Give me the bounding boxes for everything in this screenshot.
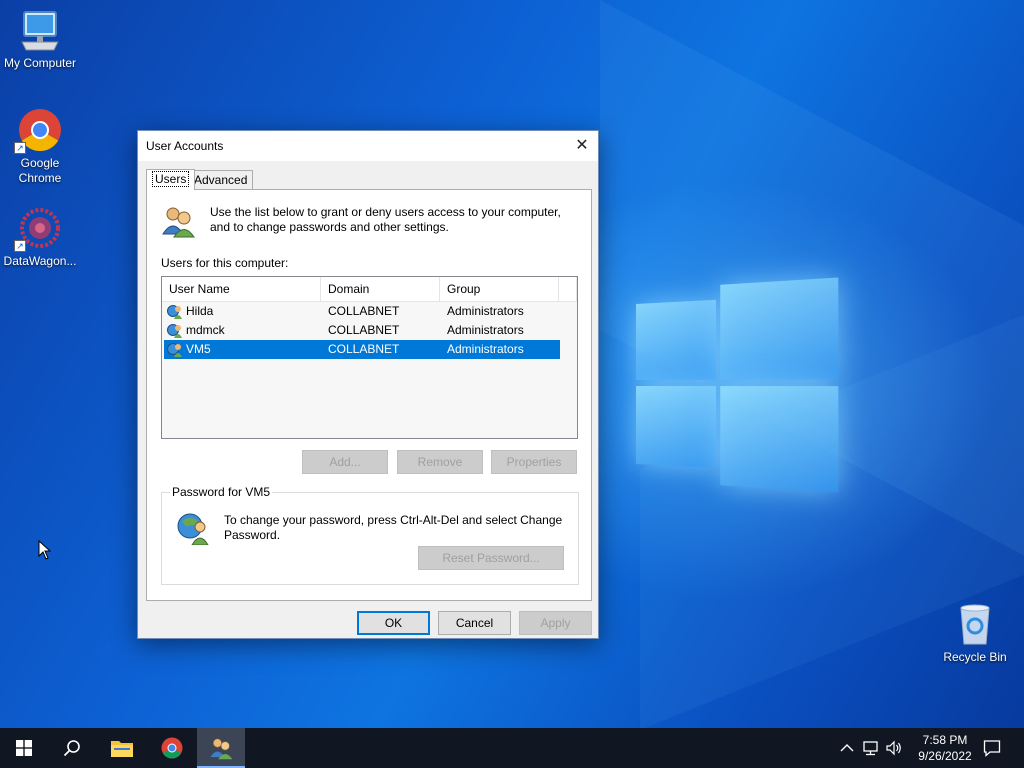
users-tab-panel: Use the list below to grant or deny user… — [146, 189, 592, 601]
chrome-icon — [161, 737, 183, 759]
close-button[interactable]: ✕ — [566, 131, 598, 161]
datawagon-icon: ↗ — [18, 206, 62, 250]
cell-group: Administrators — [447, 321, 524, 340]
network-icon[interactable] — [862, 740, 880, 756]
user-accounts-icon — [209, 736, 233, 760]
ok-button[interactable]: OK — [357, 611, 430, 635]
user-accounts-dialog: User Accounts ✕ Users Advanced Use the l… — [137, 130, 599, 639]
desktop-icon-my-computer[interactable]: My Computer — [0, 8, 80, 71]
recycle-bin-icon — [953, 602, 997, 646]
cell-group: Administrators — [447, 302, 524, 321]
cell-user-name: mdmck — [186, 321, 225, 340]
dialog-titlebar[interactable]: User Accounts ✕ — [138, 131, 598, 161]
user-icon — [167, 342, 183, 357]
password-instructions: To change your password, press Ctrl-Alt-… — [224, 513, 569, 543]
tab-advanced[interactable]: Advanced — [188, 170, 253, 189]
desktop-icon-recycle-bin[interactable]: Recycle Bin — [935, 602, 1015, 665]
cell-user-name: VM5 — [186, 340, 211, 359]
taskbar: 7:58 PM 9/26/2022 — [0, 728, 1024, 768]
close-icon: ✕ — [575, 137, 588, 154]
intro-text: Use the list below to grant or deny user… — [210, 205, 570, 235]
table-row[interactable]: mdmck COLLABNET Administrators — [164, 321, 560, 340]
dialog-title: User Accounts — [146, 139, 223, 153]
shortcut-arrow-icon: ↗ — [14, 240, 26, 252]
clock-date: 9/26/2022 — [912, 748, 978, 764]
shortcut-arrow-icon: ↗ — [14, 142, 26, 154]
start-icon — [16, 740, 32, 756]
system-clock[interactable]: 7:58 PM 9/26/2022 — [912, 732, 978, 764]
password-group-legend: Password for VM5 — [170, 485, 272, 499]
start-button[interactable] — [0, 728, 48, 768]
users-icon — [161, 204, 195, 238]
taskbar-chrome[interactable] — [148, 728, 196, 768]
cell-domain: COLLABNET — [328, 321, 399, 340]
apply-button[interactable]: Apply — [519, 611, 592, 635]
windows-logo — [636, 278, 838, 493]
chevron-up-icon[interactable] — [838, 740, 856, 756]
column-header-filler — [559, 277, 577, 302]
taskbar-search-button[interactable] — [48, 728, 96, 768]
user-icon — [167, 304, 183, 319]
chrome-icon: ↗ — [18, 108, 62, 152]
cell-group: Administrators — [447, 340, 524, 359]
remove-button[interactable]: Remove — [397, 450, 483, 474]
reset-password-button[interactable]: Reset Password... — [418, 546, 564, 570]
notification-center-icon[interactable] — [983, 739, 1001, 757]
desktop-icon-datawagon[interactable]: ↗ DataWagon... — [0, 206, 80, 269]
add-button[interactable]: Add... — [302, 450, 388, 474]
column-header-domain[interactable]: Domain — [321, 277, 440, 302]
users-list[interactable]: User Name Domain Group Hilda COLLABNET A… — [161, 276, 578, 439]
password-group: Password for VM5 To change your password… — [161, 492, 579, 585]
table-row-selected[interactable]: VM5 COLLABNET Administrators — [164, 340, 560, 359]
cancel-button[interactable]: Cancel — [438, 611, 511, 635]
tab-users[interactable]: Users — [146, 169, 195, 190]
user-icon — [167, 323, 183, 338]
properties-button[interactable]: Properties — [491, 450, 577, 474]
table-row[interactable]: Hilda COLLABNET Administrators — [164, 302, 560, 321]
users-for-computer-label: Users for this computer: — [161, 256, 288, 270]
desktop-icon-google-chrome[interactable]: ↗ Google Chrome — [0, 108, 80, 186]
computer-icon — [18, 8, 62, 52]
volume-icon[interactable] — [885, 740, 903, 756]
search-icon — [63, 739, 81, 757]
taskbar-file-explorer[interactable] — [98, 728, 146, 768]
column-header-user-name[interactable]: User Name — [162, 277, 321, 302]
cell-domain: COLLABNET — [328, 340, 399, 359]
file-explorer-icon — [111, 739, 133, 757]
cell-user-name: Hilda — [186, 302, 213, 321]
user-password-icon — [176, 511, 210, 545]
column-header-group[interactable]: Group — [440, 277, 559, 302]
mouse-cursor-icon — [38, 540, 52, 560]
cell-domain: COLLABNET — [328, 302, 399, 321]
taskbar-user-accounts[interactable] — [197, 728, 245, 768]
clock-time: 7:58 PM — [912, 732, 978, 748]
